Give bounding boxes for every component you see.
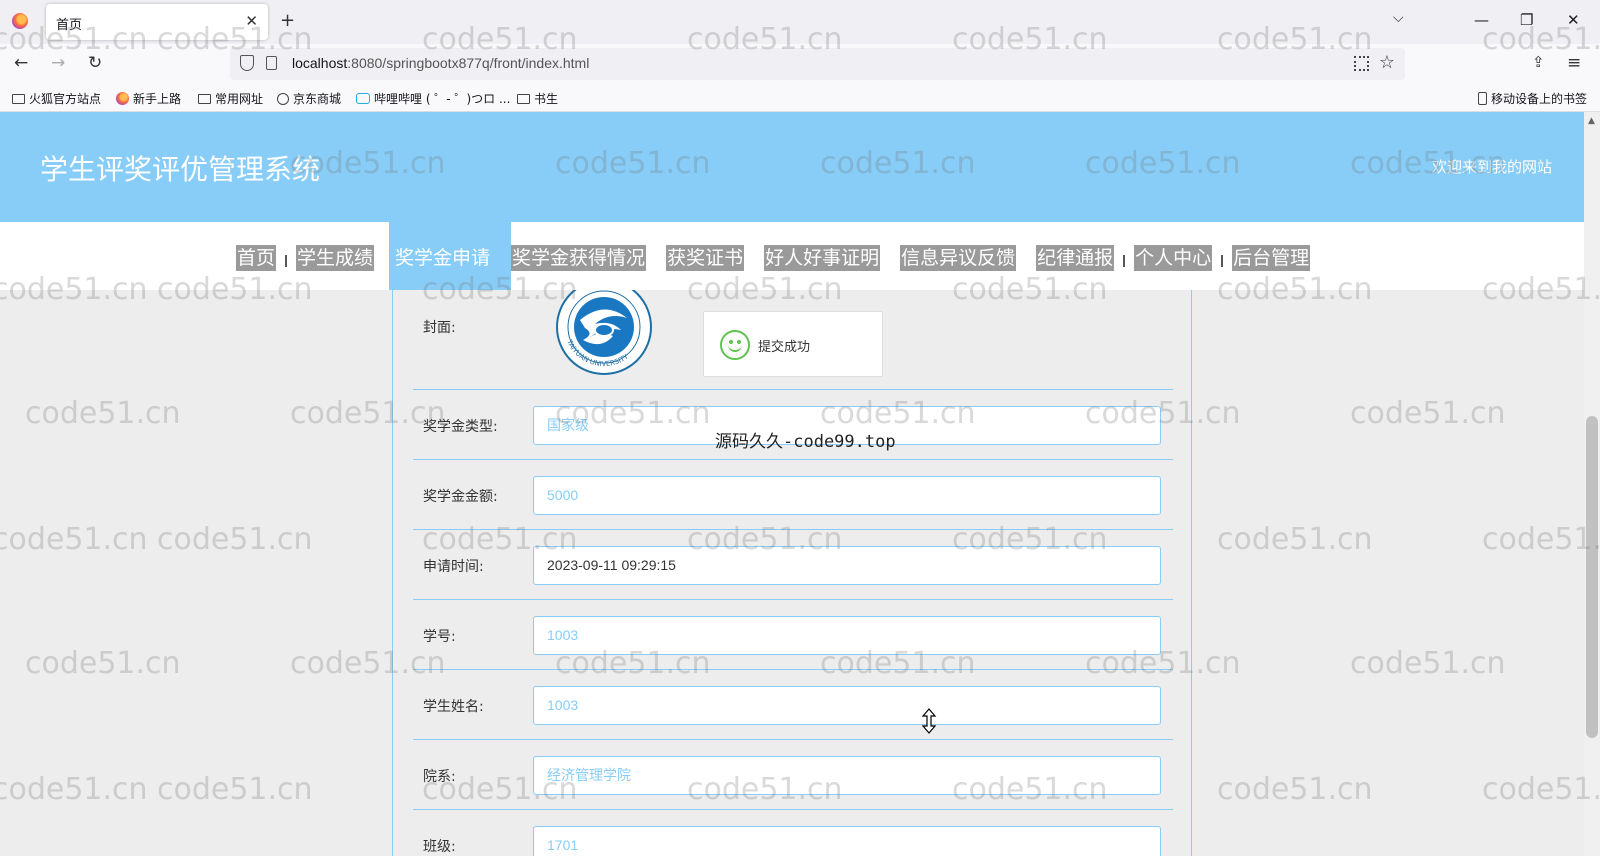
minimize-icon[interactable]: — [1474,11,1489,29]
extensions-icon[interactable]: ⇪ [1532,53,1545,71]
menu-separator [285,255,288,267]
bookmark-label: 新手上路 [133,92,182,106]
form-row: 学生姓名: 1003 [413,670,1173,740]
success-toast: 提交成功 [703,311,883,377]
site-title: 学生评奖评优管理系统 [40,153,321,186]
field-label: 班级: [423,839,456,855]
form-row: 奖学金金额: 5000 [413,460,1173,530]
phone-icon [1478,92,1487,105]
field-label: 学号: [423,629,456,645]
tab-title: 首页 [56,18,83,33]
menu-item-home[interactable]: 首页 [236,245,277,271]
site-header: 学生评奖评优管理系统 欢迎来到我的网站 [0,112,1584,222]
menu-item-scholarship-apply[interactable]: 奖学金申请 [394,245,491,271]
field-label: 院系: [423,769,456,785]
menu-separator [1221,255,1224,267]
menu-icon[interactable]: ≡ [1567,53,1581,73]
field-label: 申请时间: [423,559,484,575]
bookmark-item[interactable]: 哔哩哔哩 ( ゜- ゜)つロ ... [356,90,510,107]
shield-icon[interactable] [240,55,254,71]
page-scrollbar[interactable]: ▲ [1584,112,1600,856]
university-seal-image[interactable]: TAIYUAN UNIVERSITY [555,290,653,376]
department-field[interactable]: 经济管理学院 [533,756,1161,795]
scrollbar-thumb[interactable] [1586,416,1598,738]
smile-mouth [728,344,742,352]
menu-item-discipline[interactable]: 纪律通报 [1036,245,1115,271]
toast-message: 提交成功 [758,340,811,355]
welcome-text: 欢迎来到我的网站 [1431,158,1552,176]
address-bar[interactable]: localhost:8080/springbootx877q/front/ind… [230,48,1405,80]
bookmark-label: 书生 [534,92,559,106]
resize-cursor-icon [921,708,937,734]
restore-icon[interactable]: ❐ [1520,11,1533,29]
url-text[interactable]: localhost:8080/springbootx877q/front/ind… [292,55,589,71]
navigation-bar: ← → ↻ localhost:8080/springbootx877q/fro… [0,44,1600,84]
bookmark-item[interactable]: 书生 [517,90,558,107]
close-icon[interactable]: ✕ [245,12,258,30]
student-id-field[interactable]: 1003 [533,616,1161,655]
tab-home[interactable]: 首页 ✕ [46,4,268,40]
tab-strip: 首页 ✕ + ⌵ — ❐ ✕ [0,0,1600,44]
firefox-icon [116,92,129,105]
forward-icon[interactable]: → [51,53,65,73]
menu-item-good-deeds[interactable]: 好人好事证明 [764,245,881,271]
bookmark-item[interactable]: 京东商城 [277,90,341,107]
form-row: 班级: 1701 [413,810,1173,856]
menu-item-personal-center[interactable]: 个人中心 [1134,245,1213,271]
firefox-icon [12,13,28,29]
mobile-bookmarks[interactable]: 移动设备上的书签 [1478,90,1587,107]
menu-item-scholarship-awarded[interactable]: 奖学金获得情况 [511,245,647,271]
bilibili-icon [356,93,370,104]
form-row: 申请时间: 2023-09-11 09:29:15 [413,530,1173,600]
folder-icon [12,94,25,104]
bookmark-label: 京东商城 [293,92,342,106]
page-content: 学生评奖评优管理系统 欢迎来到我的网站 首页 学生成绩 奖学金申请 奖学金获得情… [0,112,1584,856]
scroll-up-icon[interactable]: ▲ [1588,116,1595,126]
form-row: 学号: 1003 [413,600,1173,670]
bookmark-label: 火狐官方站点 [29,92,102,106]
bookmark-label: 移动设备上的书签 [1491,92,1588,106]
apply-time-field[interactable]: 2023-09-11 09:29:15 [533,546,1161,585]
field-label: 奖学金类型: [423,419,498,435]
scholarship-amount-field[interactable]: 5000 [533,476,1161,515]
menu-separator [1123,255,1126,267]
bookmark-star-icon[interactable]: ☆ [1379,52,1395,73]
window-close-icon[interactable]: ✕ [1567,11,1580,29]
field-label: 学生姓名: [423,699,484,715]
new-tab-icon[interactable]: + [280,10,295,31]
page-info-icon[interactable] [266,56,277,70]
cover-label: 封面: [423,320,456,336]
menu-item-certificates[interactable]: 获奖证书 [666,245,745,271]
bookmark-item[interactable]: 新手上路 [116,90,181,107]
bookmark-item[interactable]: 火狐官方站点 [12,90,101,107]
class-field[interactable]: 1701 [533,826,1161,856]
folder-icon [517,94,530,104]
bookmark-item[interactable]: 常用网址 [198,90,263,107]
bookmark-label: 常用网址 [215,92,264,106]
folder-icon [198,94,211,104]
url-path: :8080/springbootx877q/front/index.html [347,55,590,71]
menu-item-feedback[interactable]: 信息异议反馈 [900,245,1017,271]
menu-list: 首页 学生成绩 奖学金申请 奖学金获得情况 获奖证书 好人好事证明 信息异议反馈… [236,244,1311,272]
field-label: 奖学金金额: [423,489,498,505]
qr-code-icon[interactable] [1354,56,1369,71]
chevron-down-icon[interactable]: ⌵ [1393,10,1404,26]
globe-icon [277,93,289,105]
promo-overlay-text: 源码久久-code99.top [715,432,896,452]
browser-window: 首页 ✕ + ⌵ — ❐ ✕ ← → ↻ localhost:8080/spri… [0,0,1600,856]
url-host: localhost [292,55,348,71]
student-name-field[interactable]: 1003 [533,686,1161,725]
menu-item-grades[interactable]: 学生成绩 [296,245,375,271]
reload-icon[interactable]: ↻ [88,53,102,73]
main-menu: 首页 学生成绩 奖学金申请 奖学金获得情况 获奖证书 好人好事证明 信息异议反馈… [0,222,1584,290]
smile-icon [720,330,750,360]
bookmarks-toolbar: 火狐官方站点 新手上路 常用网址 京东商城 哔哩哔哩 ( ゜- ゜)つロ ...… [0,84,1600,112]
menu-item-admin[interactable]: 后台管理 [1232,245,1311,271]
bookmark-label: 哔哩哔哩 ( ゜- ゜)つロ ... [374,92,511,106]
form-row: 院系: 经济管理学院 [413,740,1173,810]
back-icon[interactable]: ← [14,53,28,73]
